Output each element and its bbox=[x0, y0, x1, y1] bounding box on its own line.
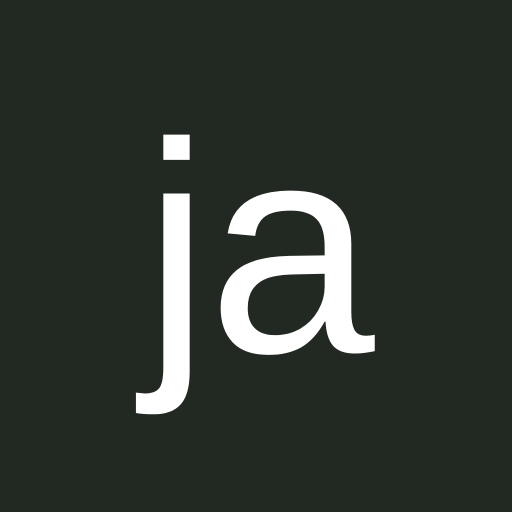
logo-text: ja bbox=[143, 80, 375, 416]
app-icon: ja bbox=[0, 0, 512, 512]
